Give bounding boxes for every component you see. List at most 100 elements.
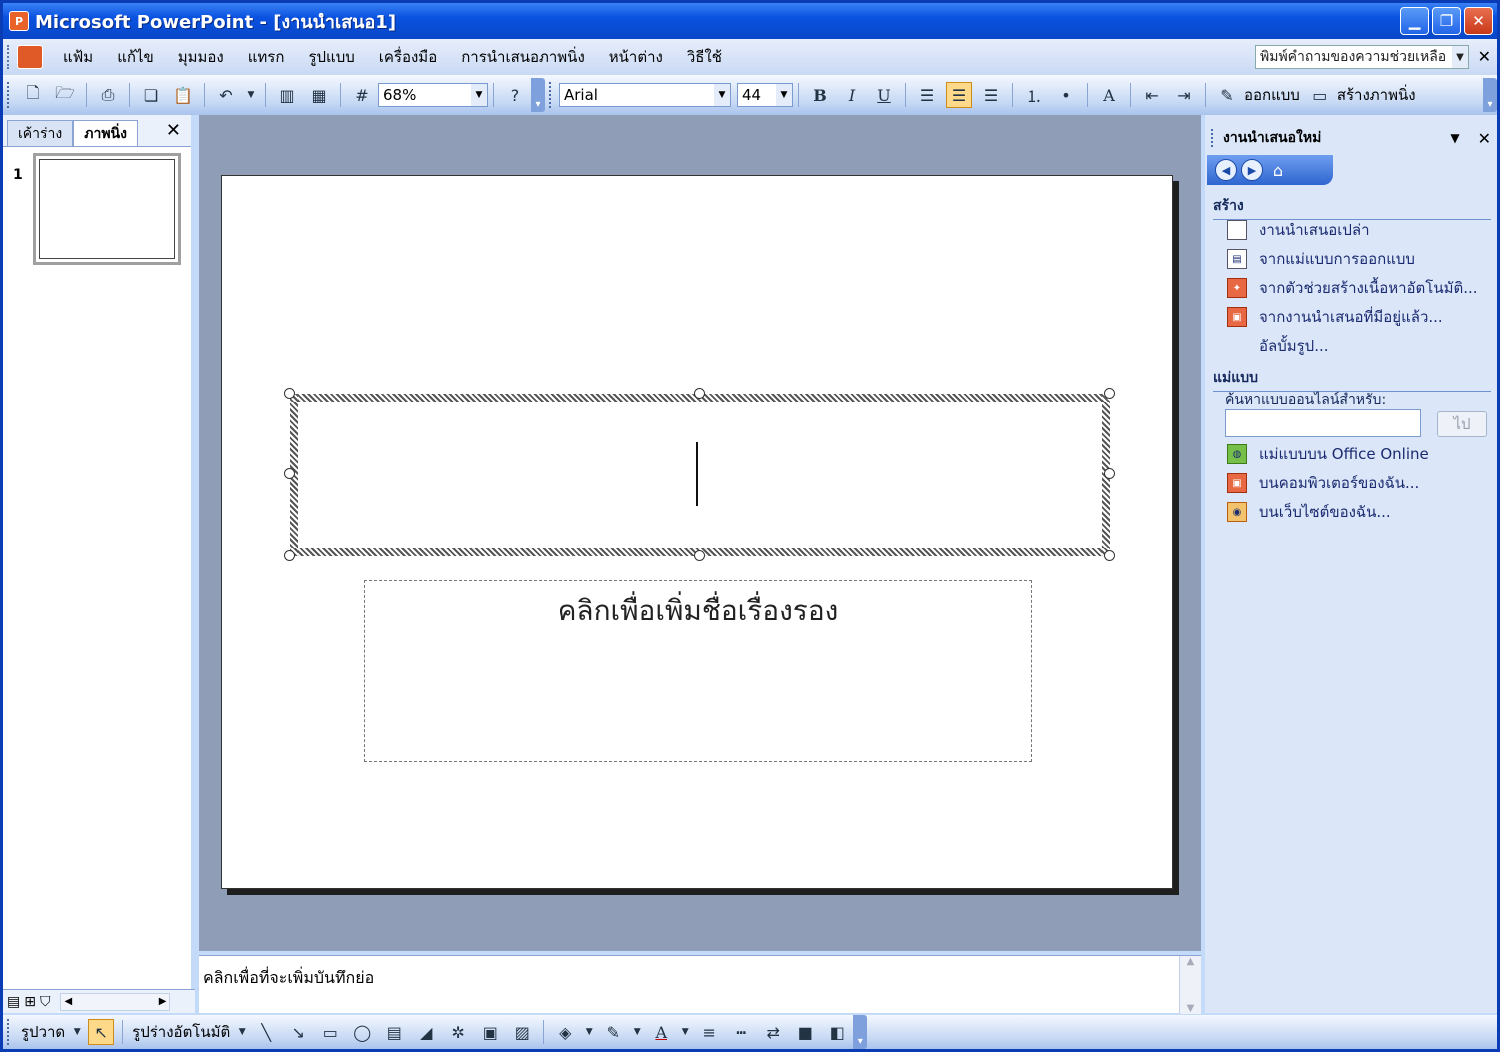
- fill-color-icon[interactable]: ◈: [552, 1019, 578, 1045]
- close-document-icon[interactable]: ✕: [1478, 47, 1491, 66]
- minimize-icon[interactable]: ▁: [1400, 7, 1429, 35]
- grid-icon[interactable]: #: [349, 82, 375, 108]
- arrow-style-icon[interactable]: ⇄: [760, 1019, 786, 1045]
- insert-table-icon[interactable]: ▦: [306, 82, 332, 108]
- menu-help[interactable]: วิธีใช้: [675, 45, 734, 69]
- dash-style-icon[interactable]: ┅: [728, 1019, 754, 1045]
- zoom-select[interactable]: 68% ▼: [378, 83, 488, 107]
- menu-file[interactable]: แฟ้ม: [51, 45, 105, 69]
- new-slide-button[interactable]: สร้างภาพนิ่ง: [1337, 83, 1416, 107]
- chevron-down-icon[interactable]: ▼: [245, 82, 257, 108]
- pane-grip[interactable]: [1211, 129, 1215, 147]
- resize-handle[interactable]: [284, 550, 295, 561]
- notes-pane[interactable]: คลิกเพื่อที่จะเพิ่มบันทึกย่อ ▲ ▼: [199, 955, 1201, 1014]
- toolbar-grip[interactable]: [7, 82, 13, 108]
- resize-handle[interactable]: [284, 388, 295, 399]
- increase-indent-icon[interactable]: ⇥: [1171, 82, 1197, 108]
- numbered-list-icon[interactable]: ⒈: [1021, 82, 1047, 108]
- resize-handle[interactable]: [694, 388, 705, 399]
- home-icon[interactable]: ⌂: [1267, 159, 1289, 181]
- toolbar-options-icon[interactable]: ▾: [531, 78, 545, 112]
- template-search-input[interactable]: [1225, 409, 1421, 437]
- resize-handle[interactable]: [1104, 550, 1115, 561]
- oval-icon[interactable]: ◯: [349, 1019, 375, 1045]
- menu-slideshow[interactable]: การนำเสนอภาพนิ่ง: [449, 45, 597, 69]
- paste-icon[interactable]: 📋: [170, 82, 196, 108]
- restore-icon[interactable]: ❐: [1432, 7, 1461, 35]
- forward-icon[interactable]: ▶: [1241, 159, 1263, 181]
- select-pointer-icon[interactable]: ↖: [88, 1019, 115, 1045]
- wordart-icon[interactable]: ◢: [413, 1019, 439, 1045]
- grow-font-button[interactable]: A: [1096, 82, 1122, 108]
- vertical-scrollbar[interactable]: ▲ ▼: [1179, 956, 1201, 1014]
- toolbar-options-icon[interactable]: ▾: [853, 1015, 868, 1049]
- diagram-icon[interactable]: ✲: [445, 1019, 471, 1045]
- menu-format[interactable]: รูปแบบ: [296, 45, 366, 69]
- line-icon[interactable]: ╲: [253, 1019, 279, 1045]
- back-icon[interactable]: ◀: [1215, 159, 1237, 181]
- subtitle-placeholder[interactable]: คลิกเพื่อเพิ่มชื่อเรื่องรอง: [364, 580, 1032, 762]
- font-select[interactable]: Arial ▼: [559, 83, 731, 107]
- document-icon[interactable]: [17, 45, 43, 69]
- resize-handle[interactable]: [1104, 468, 1115, 479]
- design-button[interactable]: ออกแบบ: [1244, 83, 1300, 107]
- line-color-icon[interactable]: ✎: [600, 1019, 626, 1045]
- help-icon[interactable]: ?: [502, 82, 528, 108]
- slideshow-icon[interactable]: ⛉: [40, 994, 51, 1010]
- font-size-select[interactable]: 44 ▼: [737, 83, 793, 107]
- clip-art-icon[interactable]: ▣: [477, 1019, 503, 1045]
- title-bar[interactable]: P Microsoft PowerPoint - [งานนำเสนอ1] ▁ …: [3, 3, 1497, 39]
- help-search-box[interactable]: พิมพ์คำถามของความช่วยเหลือ ▼: [1255, 45, 1469, 69]
- normal-view-icon[interactable]: ▤: [7, 994, 20, 1010]
- align-left-icon[interactable]: ☰: [914, 82, 940, 108]
- scroll-down-icon[interactable]: ▼: [1187, 1003, 1195, 1014]
- arrow-icon[interactable]: ↘: [285, 1019, 311, 1045]
- chevron-down-icon[interactable]: ▼: [776, 84, 792, 106]
- draw-menu[interactable]: รูปวาด: [21, 1020, 65, 1044]
- scroll-left-icon[interactable]: ◀: [64, 996, 72, 1007]
- powerpoint-icon[interactable]: P: [9, 11, 29, 31]
- align-center-icon[interactable]: ☰: [946, 82, 972, 108]
- slide-sorter-icon[interactable]: ⊞: [24, 994, 36, 1010]
- underline-button[interactable]: U: [871, 82, 897, 108]
- print-icon[interactable]: ⎙: [95, 82, 121, 108]
- menu-grip[interactable]: [7, 45, 17, 69]
- toolbar-grip[interactable]: [7, 1019, 13, 1045]
- my-website-templates-link[interactable]: ◉ บนเว็บไซต์ของฉัน...: [1227, 499, 1491, 525]
- design-icon[interactable]: ✎: [1214, 82, 1240, 108]
- resize-handle[interactable]: [694, 550, 705, 561]
- close-icon[interactable]: ✕: [1478, 129, 1491, 148]
- chevron-down-icon[interactable]: ▼: [72, 1019, 82, 1045]
- italic-button[interactable]: I: [839, 82, 865, 108]
- blank-presentation-link[interactable]: งานนำเสนอเปล่า: [1227, 217, 1491, 243]
- decrease-indent-icon[interactable]: ⇤: [1139, 82, 1165, 108]
- close-icon[interactable]: ✕: [166, 120, 181, 141]
- chevron-down-icon[interactable]: ▼: [237, 1019, 247, 1045]
- menu-tools[interactable]: เครื่องมือ: [367, 45, 449, 69]
- chevron-down-icon[interactable]: ▼: [632, 1019, 642, 1045]
- from-design-template-link[interactable]: ▤ จากแม่แบบการออกแบบ: [1227, 246, 1491, 272]
- undo-icon[interactable]: ↶: [213, 82, 239, 108]
- tab-outline[interactable]: เค้าร่าง: [7, 120, 74, 146]
- scroll-right-icon[interactable]: ▶: [159, 996, 167, 1007]
- rectangle-icon[interactable]: ▭: [317, 1019, 343, 1045]
- autoshapes-menu[interactable]: รูปร่างอัตโนมัติ: [132, 1020, 230, 1044]
- photo-album-link[interactable]: อัลบั้มรูป...: [1227, 333, 1491, 359]
- shadow-icon[interactable]: ■: [792, 1019, 818, 1045]
- line-style-icon[interactable]: ≡: [696, 1019, 722, 1045]
- toolbar-options-icon[interactable]: ▾: [1483, 78, 1497, 112]
- resize-handle[interactable]: [284, 468, 295, 479]
- office-online-templates-link[interactable]: ◍ แม่แบบบน Office Online: [1227, 441, 1491, 467]
- new-slide-icon[interactable]: ▭: [1307, 82, 1333, 108]
- slide-canvas[interactable]: คลิกเพื่อเพิ่มชื่อเรื่องรอง: [221, 175, 1173, 889]
- resize-handle[interactable]: [1104, 388, 1115, 399]
- slide-thumbnail[interactable]: [33, 153, 181, 265]
- 3d-icon[interactable]: ◧: [824, 1019, 850, 1045]
- close-icon[interactable]: ✕: [1464, 7, 1493, 35]
- chevron-down-icon[interactable]: ▼: [1452, 46, 1468, 68]
- go-button[interactable]: ไป: [1437, 411, 1487, 437]
- menu-window[interactable]: หน้าต่าง: [597, 45, 675, 69]
- menu-view[interactable]: มุมมอง: [166, 45, 236, 69]
- chevron-down-icon[interactable]: ▼: [471, 84, 487, 106]
- autocontent-wizard-link[interactable]: ✦ จากตัวช่วยสร้างเนื้อหาอัตโนมัติ...: [1227, 275, 1491, 301]
